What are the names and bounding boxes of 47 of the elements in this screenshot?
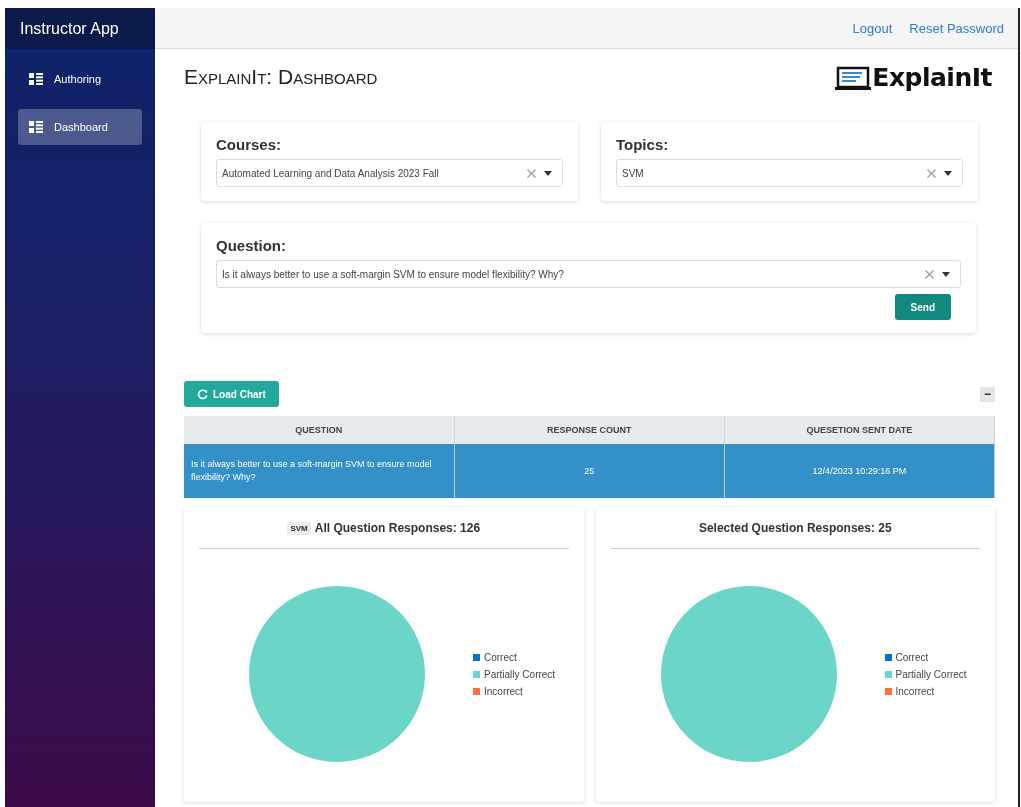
collapse-button[interactable]: −	[980, 386, 995, 402]
legend-swatch	[884, 687, 892, 695]
field-label: Topics:	[616, 136, 670, 153]
table-cell: 25	[454, 444, 725, 498]
clear-icon[interactable]	[527, 168, 536, 178]
list-icon	[29, 121, 43, 133]
field-label: Courses:	[216, 136, 283, 153]
page-title: ExplainIt: Dashboard	[184, 65, 378, 89]
field-label: Question:	[216, 237, 287, 254]
refresh-icon	[197, 388, 208, 400]
legend-label: Incorrect	[484, 685, 523, 697]
caret-icon	[544, 170, 552, 176]
caret-icon	[944, 170, 952, 176]
select-field[interactable]: SVM	[616, 159, 963, 187]
legend-label: Partially Correct	[895, 668, 967, 680]
logo-text: ExplainIt	[872, 62, 992, 92]
column-header: RESPONSE COUNT	[454, 416, 725, 444]
legend-swatch	[473, 687, 480, 695]
select-field[interactable]: Is it always better to use a soft-margin SVM to ensure model flexibility? Why?	[216, 260, 961, 288]
header-link[interactable]: Reset Password	[909, 20, 1004, 36]
legend-swatch	[884, 670, 892, 678]
send-button[interactable]: Send	[894, 294, 951, 320]
legend-swatch	[473, 653, 480, 661]
laptop-icon	[835, 65, 872, 92]
table-cell: Is it always better to use a soft-margin SVM to ensure model flexibility? Why?	[184, 444, 455, 498]
sidebar-item[interactable]: Authoring	[18, 61, 142, 97]
header-link[interactable]: Logout	[852, 20, 893, 36]
topic-tag: SVM	[287, 521, 311, 535]
legend-swatch	[884, 653, 892, 661]
app-title: Instructor App	[5, 8, 155, 49]
chart-title: All Question Responses: 126	[314, 521, 481, 535]
table-cell: 12/4/2023 10:29:16 PM	[724, 444, 995, 498]
legend-label: Partially Correct	[484, 668, 556, 680]
select-field[interactable]: Automated Learning and Data Analysis 2023 Fall	[216, 159, 563, 187]
legend-label: Incorrect	[895, 685, 935, 697]
column-header: QUESTION	[184, 416, 455, 444]
chart-title: Selected Question Responses: 25	[698, 521, 892, 535]
caret-icon	[942, 271, 950, 277]
clear-icon[interactable]	[925, 269, 934, 279]
legend-label: Correct	[484, 651, 517, 663]
table-row[interactable]: Is it always better to use a soft-margin SVM to ensure model flexibility? Why? 25 12/4/2023 10:29:16 PM	[184, 444, 995, 498]
list-icon	[29, 73, 43, 85]
legend-label: Correct	[895, 651, 929, 663]
legend-swatch	[473, 670, 480, 678]
sidebar-item[interactable]: Dashboard	[18, 109, 142, 145]
column-header: QUESETION SENT DATE	[724, 416, 995, 444]
clear-icon[interactable]	[927, 168, 936, 178]
